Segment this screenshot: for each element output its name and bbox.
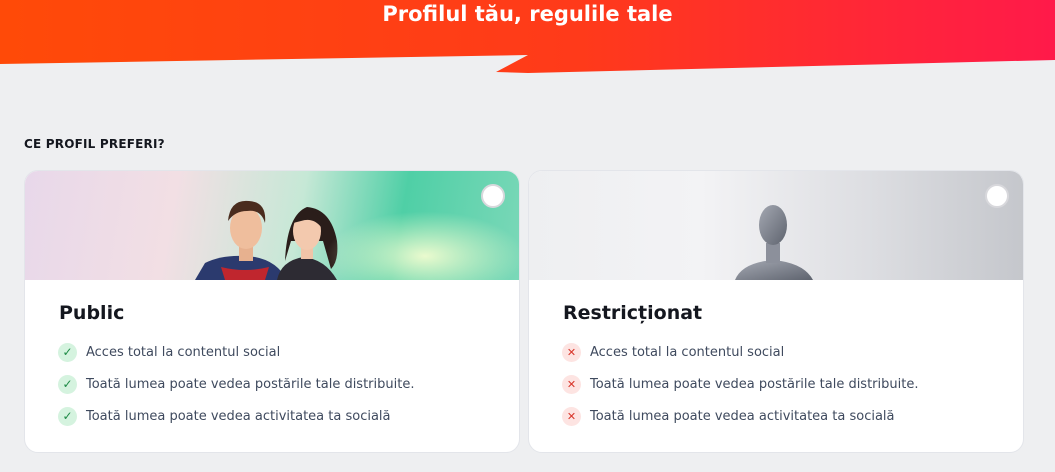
feature-text: Toată lumea poate vedea postările tale d… [86,376,415,392]
feature-text: Acces total la contentul social [590,344,785,360]
cross-icon: ✕ [562,374,581,394]
section-heading: CE PROFIL PREFERI? [24,137,165,151]
feature-item: ✕ Toată lumea poate vedea postările tale… [562,368,918,400]
restricted-banner-image [529,171,1023,280]
superhero-couple-illustration [195,200,338,280]
feature-text: Toată lumea poate vedea activitatea ta s… [86,408,391,424]
check-icon: ✓ [58,374,77,394]
radio-button-public[interactable] [481,184,505,208]
check-icon: ✓ [58,406,77,426]
faceless-mannequin-illustration [735,205,813,280]
feature-list: ✓ Acces total la contentul social ✓ Toat… [58,336,414,432]
feature-text: Acces total la contentul social [86,344,281,360]
page-title: Profilul tău, regulile tale [382,2,673,26]
feature-item: ✓ Toată lumea poate vedea postările tale… [58,368,414,400]
profile-option-restricted[interactable]: Restricționat ✕ Acces total la contentul… [528,170,1024,453]
profile-option-public[interactable]: Public ✓ Acces total la contentul social… [24,170,520,453]
public-banner-image [25,171,519,280]
feature-item: ✕ Toată lumea poate vedea activitatea ta… [562,400,918,432]
feature-item: ✓ Toată lumea poate vedea activitatea ta… [58,400,414,432]
check-icon: ✓ [58,342,77,362]
feature-item: ✕ Acces total la contentul social [562,336,918,368]
card-title: Public [59,302,125,324]
feature-list: ✕ Acces total la contentul social ✕ Toat… [562,336,918,432]
cross-icon: ✕ [562,342,581,362]
feature-text: Toată lumea poate vedea postările tale d… [590,376,919,392]
feature-item: ✓ Acces total la contentul social [58,336,414,368]
card-title: Restricționat [563,302,703,324]
radio-button-restricted[interactable] [985,184,1009,208]
feature-text: Toată lumea poate vedea activitatea ta s… [590,408,895,424]
cross-icon: ✕ [562,406,581,426]
